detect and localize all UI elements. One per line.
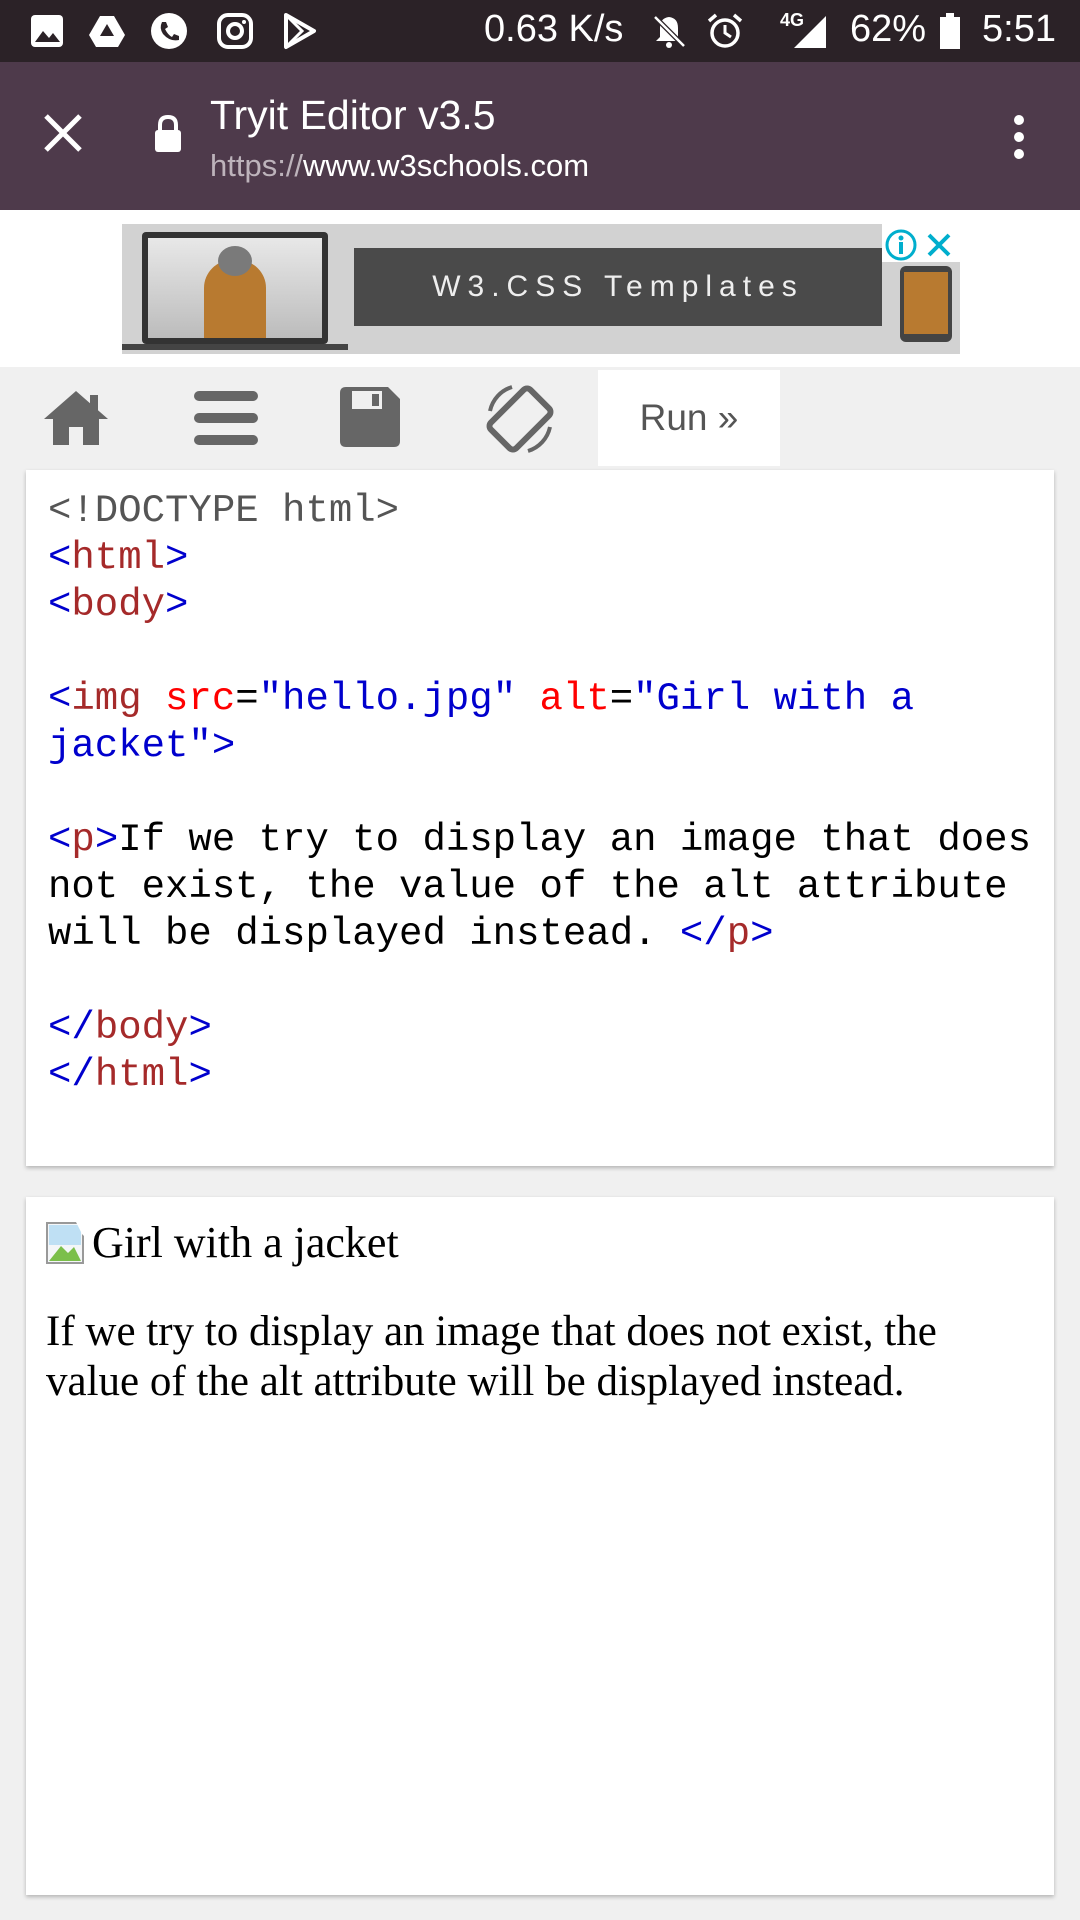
rotate-screen-icon[interactable] [482, 381, 558, 457]
code-html-close: html [94, 1053, 189, 1097]
url-scheme: https:// [210, 148, 304, 183]
code-editor[interactable]: <!DOCTYPE html> <html> <body> <img src="… [26, 470, 1054, 1166]
broken-image-icon [46, 1221, 90, 1264]
close-icon[interactable] [42, 112, 84, 154]
page-title: Tryit Editor v3.5 [210, 92, 496, 138]
browser-top-bar: Tryit Editor v3.5 https://www.w3schools.… [0, 62, 1080, 210]
ad-laptop-image [142, 232, 328, 344]
code-src-value: "hello.jpg" [258, 677, 517, 721]
url-host: www.w3schools.com [303, 148, 590, 183]
code-p-text: If we try to display an image that does … [48, 818, 1055, 956]
ad-phone-image [900, 266, 952, 342]
result-panel: Girl with a jacket If we try to display … [26, 1197, 1054, 1895]
more-options-icon[interactable] [1008, 114, 1030, 160]
battery-icon [940, 13, 960, 49]
ad-info-icon[interactable] [884, 228, 918, 262]
battery-percent: 62% [850, 8, 927, 50]
code-doctype: <!DOCTYPE html> [48, 489, 400, 533]
menu-icon[interactable] [194, 391, 258, 445]
page-url[interactable]: https://www.w3schools.com [210, 148, 589, 184]
ad-banner[interactable]: W3.CSS Templates [122, 224, 960, 354]
ad-text: W3.CSS Templates [354, 248, 882, 326]
home-icon[interactable] [42, 389, 110, 447]
code-body-close: body [94, 1006, 189, 1050]
code-img-tag: img [71, 677, 142, 721]
code-p-open: p [71, 818, 95, 862]
image-alt-text: Girl with a jacket [92, 1218, 399, 1267]
drive-icon [89, 16, 125, 47]
network-speed: 0.63 K/s [484, 8, 624, 50]
ad-close-icon[interactable] [924, 230, 954, 260]
code-p-close: p [726, 912, 751, 956]
phone-icon [151, 13, 187, 49]
code-body-open: body [71, 583, 166, 627]
editor-toolbar [0, 367, 1080, 467]
code-src-attr: src [165, 677, 236, 721]
broken-image: Girl with a jacket [46, 1217, 399, 1268]
alarm-icon [707, 13, 743, 48]
gallery-icon [31, 15, 63, 47]
clock: 5:51 [982, 8, 1056, 50]
code-text[interactable]: <!DOCTYPE html> <html> <body> <img src="… [48, 488, 1048, 1099]
lock-icon [155, 114, 181, 152]
mute-bell-icon [653, 15, 686, 48]
signal-icon [794, 16, 826, 48]
save-icon[interactable] [340, 387, 400, 447]
code-alt-attr: alt [539, 677, 610, 721]
result-paragraph: If we try to display an image that does … [46, 1308, 937, 1405]
play-store-icon [284, 13, 316, 49]
code-html-open: html [71, 536, 166, 580]
instagram-icon [217, 13, 253, 49]
status-bar: 0.63 K/s 4G 62% 5:51 [0, 0, 1080, 62]
run-button[interactable]: Run » [598, 370, 780, 466]
